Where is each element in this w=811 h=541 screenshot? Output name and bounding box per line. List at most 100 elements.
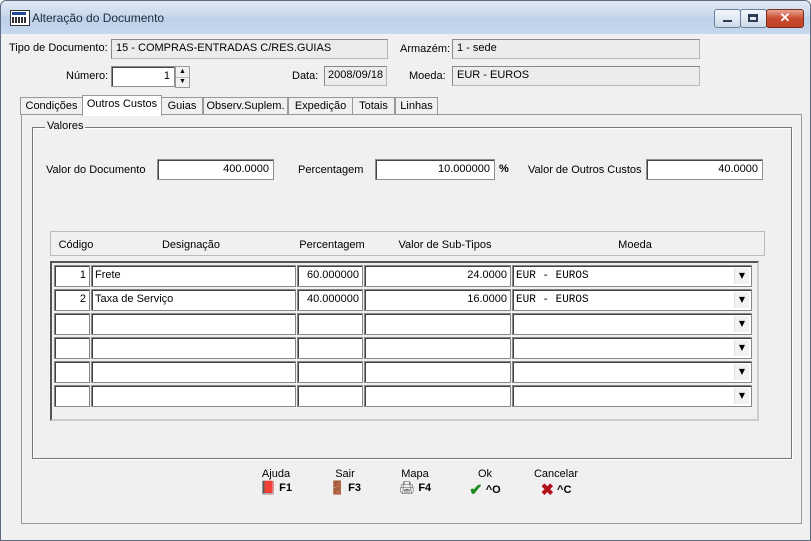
valores-group-title: Valores	[45, 120, 86, 132]
cell-valor[interactable]	[364, 385, 511, 407]
tab-condicoes[interactable]: Condições	[20, 97, 83, 115]
tab-linhas[interactable]: Linhas	[395, 97, 438, 115]
percentagem-label: Percentagem	[298, 164, 364, 176]
cell-codigo[interactable]: 2	[54, 289, 90, 311]
dropdown-arrow-icon[interactable]: ▼	[734, 316, 749, 332]
numero-spinner[interactable]: ▲ ▼	[175, 66, 190, 88]
spin-down-icon[interactable]: ▼	[176, 77, 189, 87]
ok-button[interactable]: Ok ✔ ^O	[455, 468, 515, 502]
sair-label: Sair	[335, 468, 355, 480]
cell-moeda-select[interactable]: EUR - EUROS ▼	[512, 265, 752, 287]
valores-group: Valores Valor do Documento 400.0000 Perc…	[32, 120, 792, 459]
checkmark-icon: ✔	[469, 482, 483, 499]
ajuda-button[interactable]: Ajuda 📕 F1	[246, 468, 306, 502]
cell-moeda-select[interactable]: ▼	[512, 385, 752, 407]
cell-codigo[interactable]	[54, 361, 90, 383]
percent-symbol: %	[499, 163, 509, 175]
maximize-icon	[748, 14, 758, 22]
cell-designacao[interactable]	[91, 361, 296, 383]
tipo-documento-field[interactable]: 15 - COMPRAS-ENTRADAS C/RES.GUIAS	[111, 39, 388, 59]
cell-percentagem[interactable]	[297, 337, 363, 359]
maximize-button[interactable]	[740, 9, 767, 28]
tab-totais[interactable]: Totais	[352, 97, 395, 115]
minimize-icon	[723, 20, 732, 22]
numero-input[interactable]: 1	[111, 66, 175, 87]
percentagem-input[interactable]: 10.000000	[375, 159, 495, 180]
cell-valor[interactable]: 24.0000	[364, 265, 511, 287]
column-header-designacao: Designação	[161, 239, 221, 251]
cell-moeda-value: EUR - EUROS	[516, 270, 589, 282]
cell-moeda-select[interactable]: EUR - EUROS ▼	[512, 289, 752, 311]
cell-codigo[interactable]	[54, 385, 90, 407]
armazem-label: Armazém:	[400, 43, 451, 55]
cell-designacao[interactable]: Taxa de Serviço	[91, 289, 296, 311]
data-field[interactable]: 2008/09/18	[324, 66, 387, 86]
cell-moeda-value: EUR - EUROS	[516, 294, 589, 306]
ok-key: ^O	[485, 483, 501, 496]
cell-valor[interactable]	[364, 313, 511, 335]
mapa-label: Mapa	[401, 468, 429, 480]
valor-outros-custos-input[interactable]: 40.0000	[646, 159, 763, 180]
app-icon	[10, 10, 30, 26]
tipo-documento-label: Tipo de Documento:	[9, 42, 108, 54]
cancelar-button[interactable]: Cancelar ✖ ^C	[526, 468, 586, 502]
ajuda-label: Ajuda	[261, 468, 291, 480]
cell-codigo[interactable]	[54, 313, 90, 335]
outros-custos-grid: 1 Frete 60.000000 24.0000 EUR - EUROS ▼ 2…	[50, 261, 759, 421]
cell-moeda-select[interactable]: ▼	[512, 361, 752, 383]
ajuda-key: F1	[279, 481, 293, 494]
cell-moeda-select[interactable]: ▼	[512, 313, 752, 335]
cell-percentagem[interactable]	[297, 385, 363, 407]
numero-label: Número:	[66, 70, 109, 82]
dropdown-arrow-icon[interactable]: ▼	[734, 340, 749, 356]
dropdown-arrow-icon[interactable]: ▼	[734, 292, 749, 308]
cell-valor[interactable]	[364, 361, 511, 383]
cell-codigo[interactable]: 1	[54, 265, 90, 287]
close-icon: ✕	[779, 10, 791, 25]
cell-percentagem[interactable]	[297, 361, 363, 383]
tab-expedicao[interactable]: Expedição	[288, 97, 353, 115]
cross-icon: ✖	[540, 482, 555, 499]
dialog-window: Alteração do Documento ✕ Tipo de Documen…	[0, 0, 811, 541]
exit-door-icon: 🚪	[328, 480, 346, 495]
sair-button[interactable]: Sair 🚪 F3	[315, 468, 375, 502]
cell-codigo[interactable]	[54, 337, 90, 359]
mapa-button[interactable]: Mapa 🖨 F4	[385, 468, 445, 502]
cell-designacao[interactable]	[91, 313, 296, 335]
valor-documento-input[interactable]: 400.0000	[157, 159, 274, 180]
tab-observ-suplem[interactable]: Observ.Suplem.	[203, 97, 288, 115]
moeda-label: Moeda:	[409, 70, 446, 82]
tab-panel-outros-custos: Valores Valor do Documento 400.0000 Perc…	[21, 114, 802, 524]
data-label: Data:	[292, 70, 319, 82]
sair-key: F3	[348, 481, 362, 494]
cell-valor[interactable]	[364, 337, 511, 359]
dropdown-arrow-icon[interactable]: ▼	[734, 388, 749, 404]
cell-moeda-select[interactable]: ▼	[512, 337, 752, 359]
moeda-field[interactable]: EUR - EUROS	[452, 66, 700, 86]
cell-designacao[interactable]: Frete	[91, 265, 296, 287]
column-header-moeda: Moeda	[618, 239, 652, 251]
dropdown-arrow-icon[interactable]: ▼	[734, 364, 749, 380]
book-icon: 📕	[259, 480, 277, 495]
minimize-button[interactable]	[714, 9, 741, 28]
cell-percentagem[interactable]: 40.000000	[297, 289, 363, 311]
dropdown-arrow-icon[interactable]: ▼	[734, 268, 749, 284]
tab-outros-custos[interactable]: Outros Custos	[82, 95, 162, 116]
close-button[interactable]: ✕	[766, 9, 804, 28]
window-title: Alteração do Documento	[32, 11, 165, 25]
cancelar-label: Cancelar	[533, 468, 579, 480]
dialog-body: Tipo de Documento: 15 - COMPRAS-ENTRADAS…	[5, 34, 805, 536]
grid-header: Código Designação Percentagem Valor de S…	[50, 231, 765, 256]
cell-designacao[interactable]	[91, 385, 296, 407]
armazem-field[interactable]: 1 - sede	[452, 39, 700, 59]
cell-percentagem[interactable]	[297, 313, 363, 335]
cell-valor[interactable]: 16.0000	[364, 289, 511, 311]
column-header-percentagem: Percentagem	[299, 239, 365, 251]
column-header-valor-sub-tipos: Valor de Sub-Tipos	[398, 239, 492, 251]
tab-guias[interactable]: Guias	[161, 97, 203, 115]
printer-icon: 🖨	[398, 480, 416, 495]
valor-outros-custos-label: Valor de Outros Custos	[528, 164, 642, 176]
cell-designacao[interactable]	[91, 337, 296, 359]
title-bar[interactable]: Alteração do Documento ✕	[1, 1, 810, 34]
cell-percentagem[interactable]: 60.000000	[297, 265, 363, 287]
